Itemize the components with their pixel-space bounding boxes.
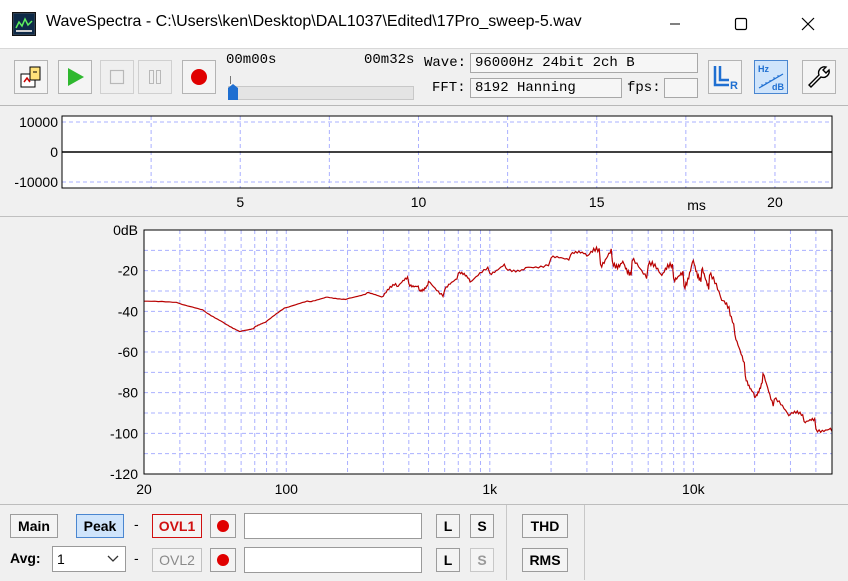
svg-text:Hz: Hz — [758, 64, 769, 74]
open-file-icon — [20, 66, 41, 88]
overlay2-record-button[interactable] — [210, 548, 236, 572]
spectrum-chart: 0dB -20 -40 -60 -80 -100 -12020 100 1k 10k — [110, 222, 833, 497]
close-icon — [801, 17, 815, 31]
play-icon — [68, 68, 84, 86]
time-start: 00m00s — [226, 52, 277, 68]
svg-text:R: R — [730, 80, 738, 91]
overlay2-save-button[interactable]: S — [470, 548, 494, 572]
close-button[interactable] — [785, 0, 831, 48]
x-tick-label: 5 — [236, 194, 244, 210]
record-button[interactable] — [182, 60, 216, 94]
wave-format-field: 96000Hz 24bit 2ch B — [470, 53, 698, 73]
overlay2-button[interactable]: OVL2 — [152, 548, 202, 572]
y-tick-label: -10000 — [14, 174, 58, 190]
avg-label: Avg: — [10, 550, 41, 566]
wrench-icon — [808, 66, 830, 88]
maximize-icon — [734, 17, 748, 31]
overlay2-name-input[interactable] — [244, 547, 422, 573]
x-tick-label: 10 — [411, 194, 427, 210]
minimize-button[interactable] — [652, 0, 698, 48]
y-tick-label: 0dB — [113, 222, 138, 238]
x-tick-label: 15 — [589, 194, 605, 210]
record-icon — [217, 520, 229, 532]
y-tick-label: -60 — [118, 344, 138, 360]
play-button[interactable] — [58, 60, 92, 94]
window-title: WaveSpectra - C:\Users\ken\Desktop\DAL10… — [46, 13, 582, 30]
panel-divider — [506, 505, 507, 580]
waveform-chart: 10000 0 -10000 5 10 15 20 ms — [14, 114, 833, 213]
fps-label: fps: — [627, 80, 661, 96]
minimize-icon — [670, 23, 680, 25]
slider-tick — [230, 76, 231, 84]
x-tick-label: 1k — [482, 481, 498, 497]
settings-button[interactable] — [802, 60, 836, 94]
overlay1-name-input[interactable] — [244, 513, 422, 539]
peak-button[interactable]: Peak — [76, 514, 124, 538]
control-panel — [0, 504, 848, 581]
y-tick-label: -40 — [118, 303, 138, 319]
svg-text:dB: dB — [772, 82, 784, 92]
y-tick-label: 10000 — [19, 114, 58, 130]
title-bar: WaveSpectra - C:\Users\ken\Desktop\DAL10… — [0, 0, 848, 48]
channel-lr-button[interactable]: R — [708, 60, 742, 94]
rms-button[interactable]: RMS — [522, 548, 568, 572]
maximize-button[interactable] — [718, 0, 764, 48]
x-tick-label: 100 — [275, 481, 299, 497]
channel-lr-icon: R — [713, 66, 738, 91]
stop-icon — [109, 69, 125, 85]
open-file-button[interactable] — [14, 60, 48, 94]
spectrum-panel: 0dB -20 -40 -60 -80 -100 -120 20 100 1k 10k — [0, 218, 848, 502]
panel-divider — [584, 505, 585, 580]
overlay1-load-button[interactable]: L — [436, 514, 460, 538]
app-icon — [12, 12, 36, 36]
stop-button[interactable] — [100, 60, 134, 94]
time-end: 00m32s — [364, 52, 415, 68]
main-button[interactable]: Main — [10, 514, 58, 538]
overlay1-save-button[interactable]: S — [470, 514, 494, 538]
avg-select[interactable]: 1 — [52, 546, 126, 572]
y-tick-label: -80 — [118, 385, 138, 401]
x-unit-label: ms — [687, 197, 706, 213]
chevron-down-icon — [107, 555, 119, 562]
y-tick-label: 0 — [50, 144, 58, 160]
fft-label: FFT: — [432, 80, 466, 96]
dash-separator: - — [134, 516, 139, 532]
record-icon — [191, 69, 207, 85]
x-tick-label: 20 — [136, 481, 152, 497]
position-slider-thumb[interactable] — [228, 84, 238, 100]
y-tick-label: -20 — [118, 263, 138, 279]
y-tick-label: -120 — [110, 466, 138, 482]
fps-field — [664, 78, 698, 98]
y-tick-label: -100 — [110, 425, 138, 441]
waveform-panel: 10000 0 -10000 5 10 15 20 ms — [0, 106, 848, 217]
wave-label: Wave: — [424, 55, 467, 71]
record-icon — [217, 554, 229, 566]
dash-separator: - — [134, 550, 139, 566]
avg-value: 1 — [57, 551, 65, 567]
overlay1-button[interactable]: OVL1 — [152, 514, 202, 538]
axis-hz-db-icon: Hz dB — [758, 64, 784, 92]
position-slider-track[interactable] — [228, 86, 414, 100]
axis-hz-db-button[interactable]: Hz dB — [754, 60, 788, 94]
pause-button[interactable] — [138, 60, 172, 94]
pause-icon — [149, 70, 161, 84]
overlay1-record-button[interactable] — [210, 514, 236, 538]
overlay2-load-button[interactable]: L — [436, 548, 460, 572]
fft-setting-field: 8192 Hanning — [470, 78, 622, 98]
thd-button[interactable]: THD — [522, 514, 568, 538]
x-tick-label: 20 — [767, 194, 783, 210]
x-tick-label: 10k — [682, 481, 706, 497]
